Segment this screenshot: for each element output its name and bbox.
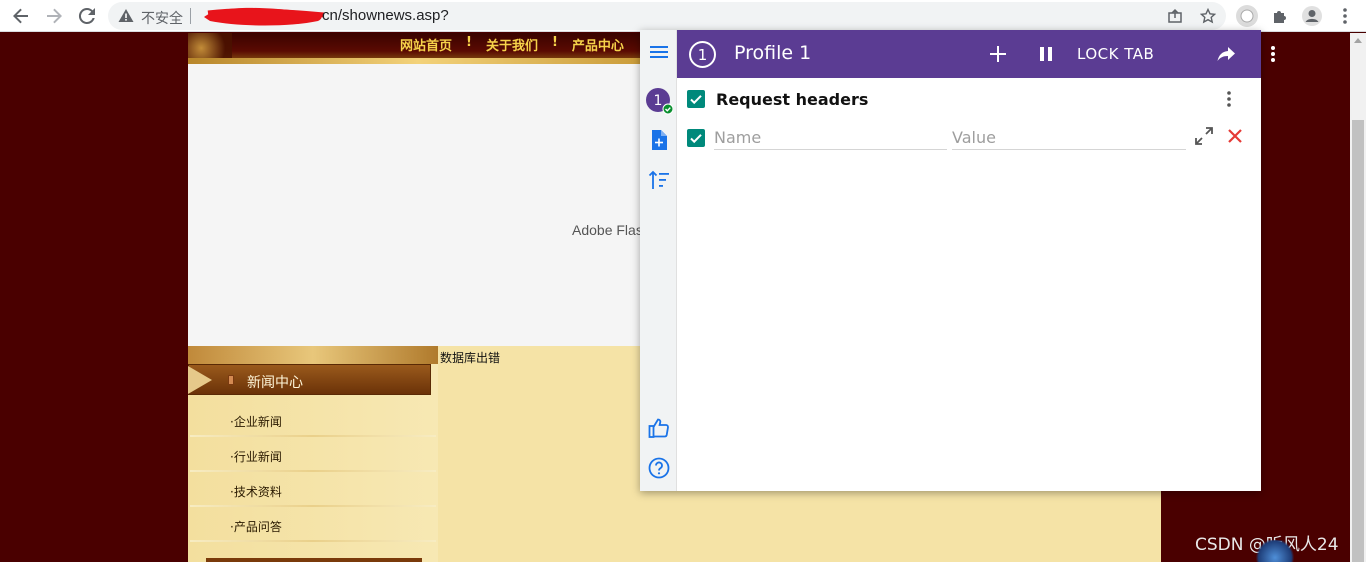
site-nav: 网站首页 ! 关于我们 ! 产品中心 — [394, 35, 630, 54]
url-text[interactable]: cn/shownews.asp? — [322, 7, 449, 24]
help-icon[interactable] — [646, 455, 672, 481]
sidebar-item-product-faq[interactable]: ·产品问答 — [230, 518, 282, 535]
pause-icon[interactable] — [1035, 42, 1057, 66]
scroll-up-icon[interactable] — [1354, 38, 1362, 43]
checkmark-icon — [690, 134, 702, 144]
nav-separator: ! — [551, 35, 558, 50]
add-icon[interactable] — [987, 42, 1009, 66]
url-separator — [190, 8, 191, 24]
nav-separator: ! — [466, 35, 472, 50]
nav-home-link[interactable]: 网站首页 — [394, 35, 458, 54]
delete-icon[interactable] — [1224, 125, 1246, 147]
nav-products-link[interactable]: 产品中心 — [566, 35, 630, 54]
address-bar[interactable]: 不安全 cn/shownews.asp? — [108, 2, 1226, 30]
section-more-icon[interactable] — [1219, 88, 1239, 110]
header-name-input[interactable] — [714, 126, 947, 150]
flash-placeholder-box[interactable] — [188, 64, 648, 346]
hamburger-menu-icon[interactable] — [646, 39, 672, 65]
profile-badge-icon[interactable]: 1 — [645, 87, 673, 115]
profile-title[interactable]: Profile 1 — [734, 42, 811, 64]
news-center-title: 新闻中心 — [247, 375, 303, 391]
sidebar-item-company-news[interactable]: ·企业新闻 — [230, 413, 282, 430]
share-arrow-icon[interactable] — [1214, 42, 1238, 66]
warning-icon — [118, 9, 134, 22]
mascot-image — [1254, 540, 1296, 562]
profile-number-badge[interactable]: 1 — [689, 41, 716, 68]
add-file-icon[interactable] — [646, 127, 672, 153]
sidebar-divider — [190, 505, 436, 507]
header-row-checkbox[interactable] — [687, 129, 705, 147]
nav-about-link[interactable]: 关于我们 — [480, 35, 544, 54]
sidebar-divider — [190, 540, 436, 542]
database-error-text: 数据库出错 — [440, 351, 501, 365]
news-arrow-icon — [188, 366, 212, 394]
star-icon[interactable] — [1198, 6, 1218, 26]
header-value-input[interactable] — [952, 126, 1186, 150]
security-status[interactable]: 不安全 — [141, 8, 183, 28]
account-icon[interactable] — [1300, 4, 1324, 28]
extension-active-icon[interactable] — [1235, 4, 1259, 28]
chrome-menu-icon[interactable] — [1333, 4, 1357, 28]
flash-placeholder-text: Adobe Flas — [572, 222, 642, 238]
scrollbar-thumb[interactable] — [1352, 120, 1364, 562]
sidebar-divider — [190, 470, 436, 472]
reload-icon[interactable] — [75, 4, 99, 28]
back-icon[interactable] — [9, 4, 33, 28]
forward-icon[interactable] — [42, 4, 66, 28]
sidebar-top-stripe — [188, 346, 438, 364]
sort-icon[interactable] — [646, 167, 672, 193]
profile-header: 1 Profile 1 LOCK TAB — [677, 30, 1275, 78]
sidebar-bottom-bar — [206, 558, 422, 562]
lantern-icon — [228, 375, 234, 385]
more-vertical-icon[interactable] — [1263, 42, 1283, 66]
browser-toolbar: 不安全 cn/shownews.asp? — [0, 0, 1366, 32]
sidebar-item-tech-docs[interactable]: ·技术资料 — [230, 483, 282, 500]
sidebar-divider — [190, 435, 436, 437]
sidebar-item-industry-news[interactable]: ·行业新闻 — [230, 448, 282, 465]
request-headers-label: Request headers — [716, 90, 869, 109]
popup-side-rail: 1 — [640, 30, 677, 491]
share-icon[interactable] — [1165, 6, 1185, 26]
thumbs-up-icon[interactable] — [646, 415, 672, 441]
checkmark-icon — [690, 95, 702, 105]
svg-text:1: 1 — [654, 93, 663, 109]
lock-tab-button[interactable]: LOCK TAB — [1077, 45, 1154, 63]
news-center-bar — [188, 364, 431, 395]
expand-icon[interactable] — [1193, 125, 1215, 147]
redaction-scribble — [204, 7, 325, 26]
request-headers-checkbox[interactable] — [687, 90, 705, 108]
puzzle-icon[interactable] — [1268, 4, 1292, 28]
